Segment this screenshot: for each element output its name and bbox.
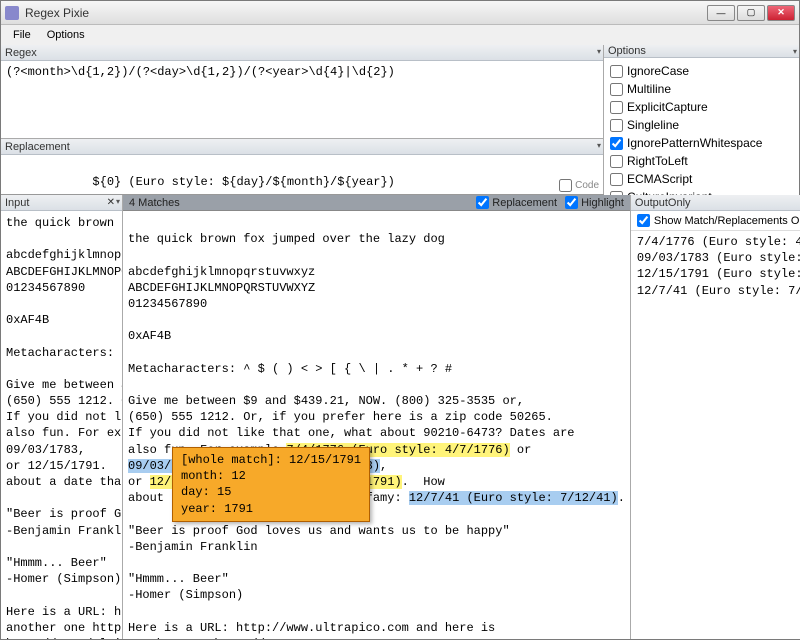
highlight-toggle[interactable]: Highlight — [565, 196, 624, 209]
regex-column: Regex ▾ (?<month>\d{1,2})/(?<day>\d{1,2}… — [1, 45, 604, 194]
option-label: IgnoreCase — [627, 62, 689, 80]
app-icon — [5, 6, 19, 20]
app-window: Regex Pixie — ▢ ✕ File Options Regex ▾ (… — [0, 0, 800, 640]
input-panel-title: Input — [5, 197, 29, 209]
dropdown-icon[interactable]: ▾ — [793, 47, 797, 56]
replacement-toggle[interactable]: Replacement — [476, 196, 557, 209]
option-ignorecase[interactable]: IgnoreCase — [610, 62, 793, 80]
option-label: ExplicitCapture — [627, 98, 708, 116]
matches-view[interactable]: the quick brown fox jumped over the lazy… — [123, 211, 630, 639]
replacement-checkbox[interactable] — [476, 196, 489, 209]
input-textarea[interactable]: the quick brown fo abcdefghijklmnopqr AB… — [1, 211, 122, 639]
dropdown-icon[interactable]: ▾ — [597, 141, 601, 150]
option-checkbox[interactable] — [610, 83, 623, 96]
options-panel-header[interactable]: Options ▾ — [604, 45, 799, 58]
menu-options[interactable]: Options — [39, 27, 93, 43]
option-checkbox[interactable] — [610, 101, 623, 114]
menu-file[interactable]: File — [5, 27, 39, 43]
top-row: Regex ▾ (?<month>\d{1,2})/(?<day>\d{1,2}… — [1, 45, 799, 195]
matches-panel: 4 Matches Replacement Highlight the quic… — [123, 195, 631, 639]
option-ignorepatternwhitespace[interactable]: IgnorePatternWhitespace — [610, 134, 793, 152]
dropdown-icon[interactable]: ▾ — [597, 47, 601, 56]
maximize-button[interactable]: ▢ — [737, 5, 765, 21]
titlebar[interactable]: Regex Pixie — ▢ ✕ — [1, 1, 799, 25]
input-panel: Input ✕ ▾ the quick brown fo abcdefghijk… — [1, 195, 123, 639]
match-highlight[interactable]: 12/7/41 (Euro style: 7/12/41) — [409, 491, 618, 505]
code-checkbox[interactable] — [559, 179, 572, 192]
option-checkbox[interactable] — [610, 155, 623, 168]
option-checkbox[interactable] — [610, 137, 623, 150]
close-button[interactable]: ✕ — [767, 5, 795, 21]
options-panel: Options ▾ IgnoreCaseMultilineExplicitCap… — [604, 45, 799, 194]
option-label: RightToLeft — [627, 152, 688, 170]
option-multiline[interactable]: Multiline — [610, 80, 793, 98]
regex-input[interactable]: (?<month>\d{1,2})/(?<day>\d{1,2})/(?<yea… — [1, 61, 603, 138]
matches-panel-header: 4 Matches Replacement Highlight — [123, 195, 630, 211]
replacement-panel: Replacement ▾ ${0} (Euro style: ${day}/$… — [1, 138, 603, 194]
input-panel-header[interactable]: Input ✕ ▾ — [1, 195, 122, 211]
regex-panel: Regex ▾ (?<month>\d{1,2})/(?<day>\d{1,2}… — [1, 45, 603, 138]
option-label: Singleline — [627, 116, 679, 134]
match-tooltip: [whole match]: 12/15/1791 month: 12 day:… — [172, 447, 370, 522]
option-checkbox[interactable] — [610, 173, 623, 186]
option-righttoleft[interactable]: RightToLeft — [610, 152, 793, 170]
regex-panel-title: Regex — [5, 47, 37, 59]
output-panel-title: OutputOnly — [635, 197, 691, 209]
menubar: File Options — [1, 25, 799, 45]
option-label: IgnorePatternWhitespace — [627, 134, 762, 152]
show-only-label: Show Match/Replacements Only — [654, 215, 800, 227]
show-only-checkbox[interactable] — [637, 214, 650, 227]
output-show-only-row[interactable]: Show Match/Replacements Only — [631, 211, 800, 231]
output-text[interactable]: 7/4/1776 (Euro style: 4/7/1776) 09/03/17… — [631, 231, 800, 639]
mid-row: Input ✕ ▾ the quick brown fo abcdefghijk… — [1, 195, 799, 639]
options-panel-title: Options — [608, 45, 646, 57]
output-panel: OutputOnly ▾ Show Match/Replacements Onl… — [631, 195, 800, 639]
option-checkbox[interactable] — [610, 65, 623, 78]
options-list: IgnoreCaseMultilineExplicitCaptureSingle… — [604, 58, 799, 210]
replacement-panel-header[interactable]: Replacement ▾ — [1, 139, 603, 155]
match-count-label: 4 Matches — [129, 197, 180, 209]
replacement-panel-title: Replacement — [5, 141, 70, 153]
option-label: Multiline — [627, 80, 671, 98]
regex-panel-header[interactable]: Regex ▾ — [1, 45, 603, 61]
window-title: Regex Pixie — [25, 6, 707, 20]
option-label: ECMAScript — [627, 170, 692, 188]
dropdown-icon[interactable]: ▾ — [116, 197, 120, 206]
option-explicitcapture[interactable]: ExplicitCapture — [610, 98, 793, 116]
clear-input-icon[interactable]: ✕ — [107, 197, 115, 208]
content-area: Regex ▾ (?<month>\d{1,2})/(?<day>\d{1,2}… — [1, 45, 799, 639]
minimize-button[interactable]: — — [707, 5, 735, 21]
code-checkbox-row[interactable]: Code — [559, 179, 599, 192]
highlight-checkbox[interactable] — [565, 196, 578, 209]
code-checkbox-label: Code — [575, 180, 599, 191]
option-ecmascript[interactable]: ECMAScript — [610, 170, 793, 188]
window-controls: — ▢ ✕ — [707, 5, 795, 21]
option-checkbox[interactable] — [610, 119, 623, 132]
option-singleline[interactable]: Singleline — [610, 116, 793, 134]
output-panel-header[interactable]: OutputOnly ▾ — [631, 195, 800, 211]
replacement-input[interactable]: ${0} (Euro style: ${day}/${month}/${year… — [1, 155, 603, 194]
